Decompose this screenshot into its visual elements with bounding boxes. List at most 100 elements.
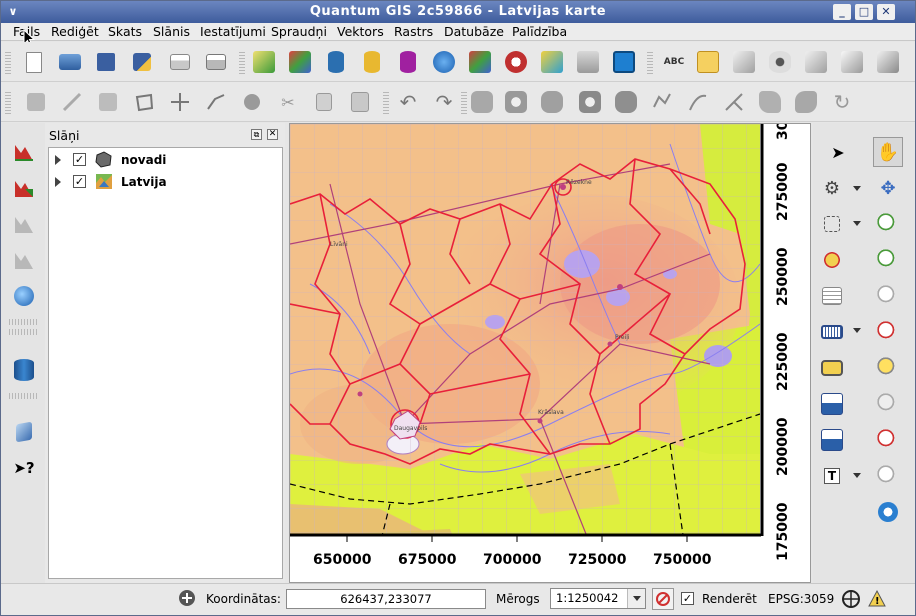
zoom-native-icon[interactable] [875,391,901,417]
toolbar-handle[interactable] [461,92,467,114]
label-icon[interactable]: ABC [661,49,687,75]
rotate-label-icon[interactable] [839,49,865,75]
merge-attributes-icon[interactable] [793,89,819,115]
add-delimited-text-icon[interactable] [611,49,637,75]
reshape-features-icon[interactable] [649,89,675,115]
add-wfs-layer-icon[interactable] [503,49,529,75]
undo-icon[interactable]: ↶ [395,89,421,115]
menu-rastrs[interactable]: Rastrs [394,24,433,39]
measure-line-icon[interactable] [819,319,845,345]
chevron-down-icon[interactable] [853,328,861,333]
save-as-icon[interactable] [129,49,155,75]
expand-arrow-icon[interactable] [55,177,61,187]
remove-layer-icon[interactable] [575,49,601,75]
move-label-icon[interactable] [803,49,829,75]
menu-spraudni[interactable]: Spraudņi [271,24,327,39]
delete-selected-icon[interactable] [239,89,265,115]
new-bookmark-icon[interactable] [819,391,845,417]
add-mssql-layer-icon[interactable] [395,49,421,75]
crs-globe-icon[interactable] [841,589,861,609]
zoom-full-icon[interactable] [875,283,901,309]
copy-features-icon[interactable] [311,89,337,115]
refresh-icon[interactable] [875,499,901,525]
text-annotation-icon[interactable]: T [819,463,845,489]
add-spatialite-layer-icon[interactable] [359,49,385,75]
attribute-table-icon[interactable] [819,283,845,309]
float-panel-button[interactable]: ⧉ [251,129,262,140]
show-hide-labels-icon[interactable] [767,49,793,75]
menu-palidziba[interactable]: Palīdzība [512,24,567,39]
delete-part-icon[interactable] [613,89,639,115]
node-tool-icon[interactable] [203,89,229,115]
help-book-icon[interactable] [11,419,37,445]
render-checkbox[interactable]: ✓ [681,592,694,605]
add-wms-layer-icon[interactable] [431,49,457,75]
add-part-icon[interactable] [539,89,565,115]
zoom-out-icon[interactable] [875,247,901,273]
pan-hand-icon[interactable]: ✋ [873,137,903,167]
add-ring-icon[interactable] [503,89,529,115]
layer-visibility-checkbox[interactable]: ✓ [73,175,86,188]
crs-label[interactable]: EPSG:3059 [768,592,834,606]
stop-render-icon[interactable] [652,588,674,610]
database-icon[interactable] [11,357,37,383]
show-bookmarks-icon[interactable] [819,427,845,453]
add-feature-icon[interactable] [131,89,157,115]
zoom-last-icon[interactable] [875,427,901,453]
add-vector-layer-icon[interactable] [251,49,277,75]
save-edits-icon[interactable] [23,89,49,115]
toolbar-handle[interactable] [239,52,245,74]
zoom-to-layer-icon[interactable] [875,355,901,381]
delete-ring-icon[interactable] [577,89,603,115]
close-button[interactable]: ✕ [877,4,895,20]
menu-vektors[interactable]: Vektors [337,24,384,39]
zoom-in-icon[interactable] [875,211,901,237]
cut-features-icon[interactable]: ✂ [275,89,301,115]
chevron-down-icon[interactable] [853,473,861,478]
add-postgis-layer-icon[interactable] [323,49,349,75]
offset-curve-icon[interactable] [685,89,711,115]
toolbar-handle[interactable] [647,52,653,74]
open-project-icon[interactable] [57,49,83,75]
globe-icon[interactable] [11,283,37,309]
close-panel-button[interactable]: ✕ [267,129,278,140]
toggle-editing-icon[interactable] [59,89,85,115]
add-layer-disabled-icon[interactable] [11,211,37,237]
layer-row-latvija[interactable]: ✓ Latvija [49,172,282,192]
label-tool-icon[interactable] [695,49,721,75]
print-composer-icon[interactable] [167,49,193,75]
map-render[interactable]: Daugavpils Līvāni Krāslava Rēzekne Preiļ… [290,124,811,583]
maximize-button[interactable]: □ [855,4,873,20]
coordinate-toggle-icon[interactable] [177,588,197,608]
chevron-down-icon[interactable] [853,186,861,191]
toolbar-handle[interactable] [9,319,37,325]
merge-features-icon[interactable] [757,89,783,115]
layer-visibility-checkbox[interactable]: ✓ [73,153,86,166]
warning-icon[interactable]: ! [867,589,887,609]
toolbar-handle[interactable] [5,92,11,114]
save-project-icon[interactable] [93,49,119,75]
rotate-symbols-icon[interactable]: ↻ [829,89,855,115]
toolbar-handle[interactable] [9,393,37,399]
menu-skats[interactable]: Skats [108,24,142,39]
menu-slanis[interactable]: Slānis [153,24,190,39]
new-project-icon[interactable] [21,49,47,75]
minimize-button[interactable]: _ [833,4,851,20]
pan-to-selected-icon[interactable]: ✥ [875,175,901,201]
toolbar-handle[interactable] [5,52,11,74]
move-feature-icon[interactable] [167,89,193,115]
chevron-down-icon[interactable] [853,221,861,226]
deselect-icon[interactable] [819,247,845,273]
add-wcs-layer-icon[interactable] [467,49,493,75]
remove-layer-disabled-icon[interactable] [11,247,37,273]
scale-combo[interactable]: 1:1250042 [550,588,646,609]
zoom-to-selection-icon[interactable] [875,319,901,345]
paste-features-icon[interactable] [347,89,373,115]
expand-arrow-icon[interactable] [55,155,61,165]
whats-this-icon[interactable]: ➤? [11,455,37,481]
chevron-down-icon[interactable] [627,589,645,608]
map-tips-icon[interactable] [819,355,845,381]
add-raster-icon[interactable] [11,175,37,201]
action-gear-icon[interactable]: ⚙ [819,175,845,201]
add-raster-layer-icon[interactable] [287,49,313,75]
